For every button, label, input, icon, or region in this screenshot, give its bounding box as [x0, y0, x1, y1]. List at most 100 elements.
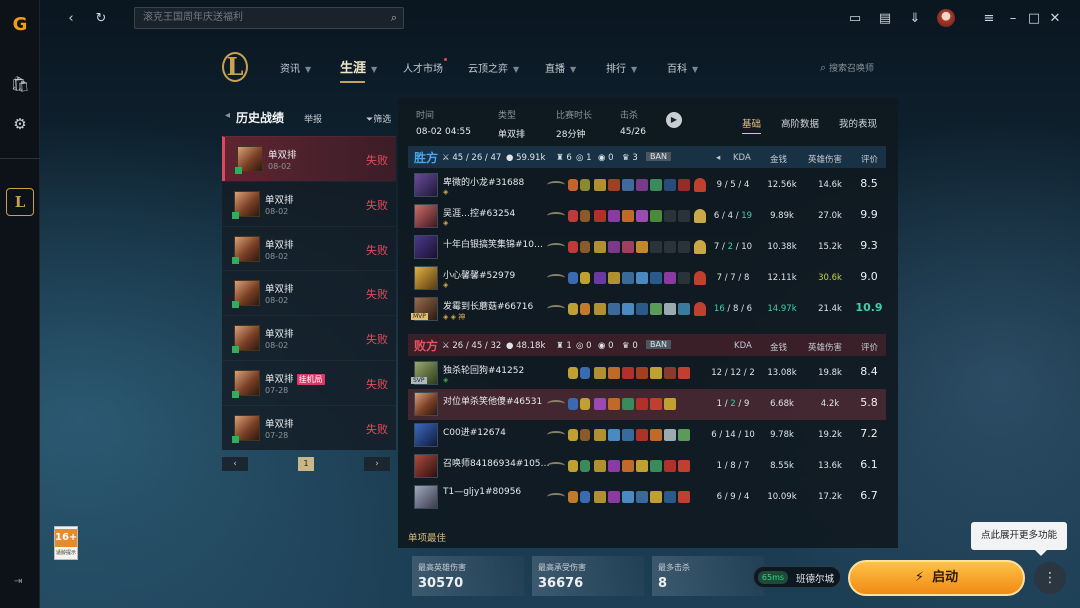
lol-game-icon[interactable]: L — [6, 188, 34, 216]
store-bag-icon[interactable]: 🛍 — [8, 72, 32, 96]
rank-icon: ◈ — [443, 281, 449, 289]
wegame-logo-icon[interactable]: G — [8, 12, 32, 36]
folder-icon[interactable]: ▭ — [846, 9, 864, 27]
player-name[interactable]: 吴涯…控#63254 — [443, 206, 515, 219]
summoner-spell-icon — [568, 367, 578, 379]
player-gold: 13.08k — [767, 368, 797, 378]
close-icon[interactable]: ✕ — [1046, 9, 1064, 27]
player-row[interactable]: T1—gljy1#80956 6 / 9 / 4 10.09k 17.2k 6.… — [408, 482, 886, 513]
best-stat-card[interactable]: 最高承受伤害 36676 — [532, 556, 644, 596]
search-input[interactable]: 滚克王国周年庆送福利 ⌕ — [134, 7, 404, 29]
search-icon[interactable]: ⌕ — [391, 8, 397, 28]
best-stat-card[interactable]: 最高英雄伤害 30570 — [412, 556, 524, 596]
more-options-button[interactable]: ⋮ — [1034, 562, 1066, 594]
maximize-icon[interactable]: □ — [1025, 9, 1043, 27]
team-heralds: ♛ 3 — [622, 153, 638, 163]
player-row[interactable]: 小心馨馨#52979 ◈ 7 / 7 / 8 12.11k 30.6k 9.0 — [408, 263, 886, 294]
match-result: 失败 — [366, 243, 388, 257]
history-row[interactable]: 单双排 08-02 失败 — [222, 180, 396, 226]
mvp-badge: MVP — [411, 313, 428, 320]
expand-sidebar-icon[interactable]: ⇥ — [14, 576, 22, 587]
message-icon[interactable]: ▤ — [876, 9, 894, 27]
player-score: 10.9 — [855, 301, 883, 314]
history-row[interactable]: 单双排 08-02 失败 — [222, 270, 396, 316]
history-row[interactable]: 单双排 08-02 失败 — [222, 225, 396, 271]
launch-button[interactable]: ⚡ 启动 — [848, 560, 1025, 596]
esports-icon[interactable]: ⚙ — [8, 112, 32, 136]
server-region-selector[interactable]: 65ms 班德尔城 — [753, 566, 841, 588]
nav-talent-market[interactable]: 人才市场 — [403, 58, 447, 75]
nav-ranking[interactable]: 排行 ▼ — [606, 60, 637, 75]
item-icon — [678, 367, 690, 379]
player-row[interactable]: SVP 独杀轮回狗#41252 ◈ 12 / 12 / 2 13.08k 19.… — [408, 358, 886, 389]
minimize-icon[interactable]: – — [1004, 9, 1022, 27]
champion-avatar — [414, 235, 438, 259]
user-avatar[interactable] — [937, 9, 955, 27]
filter-button[interactable]: ⏷筛选 — [366, 112, 391, 125]
match-result: 失败 — [366, 333, 388, 347]
player-row[interactable]: 卑微的小龙#31688 ◈ 9 / 5 / 4 12.56k 14.6k 8.5 — [408, 170, 886, 201]
match-history-panel: ◂ 历史战绩 举报 ⏷筛选 单双排 08-02 失败 单双排 08-02 失败 单双排 0… — [222, 98, 396, 450]
player-row[interactable]: MVP 发霉到长蘑菇#66716 ◈ ◈ 神 16 / 8 / 6 14.97k… — [408, 294, 886, 325]
player-row[interactable]: 吴涯…控#63254 ◈ 6 / 4 / 19 9.89k 27.0k 9.9 — [408, 201, 886, 232]
tab-advanced[interactable]: 高阶数据 — [781, 116, 819, 130]
nav-news[interactable]: 资讯 ▼ — [280, 60, 311, 75]
player-row[interactable]: C00进#12674 6 / 14 / 10 9.78k 19.2k 7.2 — [408, 420, 886, 451]
download-icon[interactable]: ⇓ — [906, 9, 924, 27]
lol-logo[interactable]: L — [222, 52, 248, 82]
item-icon — [594, 460, 606, 472]
refresh-icon[interactable]: ↻ — [92, 9, 110, 27]
player-name[interactable]: 发霉到长蘑菇#66716 — [443, 299, 533, 312]
history-row[interactable]: 单双排 08-02 失败 — [222, 315, 396, 360]
player-name[interactable]: 卑微的小龙#31688 — [443, 175, 524, 188]
nav-career[interactable]: 生涯 ▼ — [340, 57, 377, 83]
prev-page-button[interactable]: ‹ — [222, 457, 248, 471]
history-row[interactable]: 单双排 08-02 失败 — [222, 136, 396, 181]
player-name[interactable]: T1—gljy1#80956 — [443, 487, 521, 497]
team-towers: ♜ 1 — [556, 341, 572, 351]
player-row[interactable]: 召唤师84186934#105… 1 / 8 / 7 8.55k 13.6k 6… — [408, 451, 886, 482]
chevron-left-icon[interactable]: ◂ — [225, 110, 230, 121]
current-page[interactable]: 1 — [298, 457, 314, 471]
player-name[interactable]: C00进#12674 — [443, 425, 506, 438]
player-gold: 12.56k — [767, 180, 797, 190]
player-damage: 17.2k — [818, 492, 842, 502]
champion-avatar — [414, 423, 438, 447]
player-name[interactable]: 召唤师84186934#105… — [443, 456, 550, 469]
item-icon — [636, 179, 648, 191]
history-row[interactable]: 单双排 07-28 失败 — [222, 404, 396, 450]
player-kda: 7 / 2 / 10 — [713, 242, 753, 252]
player-name[interactable]: 小心馨馨#52979 — [443, 268, 515, 281]
summoner-search[interactable]: ⌕ 搜索召唤师 — [820, 61, 874, 75]
player-name[interactable]: 对位单杀笑他傻#46531 — [443, 394, 542, 407]
item-icon — [678, 460, 690, 472]
report-button[interactable]: 举报 — [304, 112, 322, 125]
next-page-button[interactable]: › — [364, 457, 390, 471]
level-badge — [232, 211, 239, 219]
nav-tft[interactable]: 云顶之弈 ▼ — [468, 60, 519, 75]
back-arrow-icon[interactable]: ‹ — [62, 9, 80, 27]
player-row[interactable]: 十年白银搞笑集锦#10… 7 / 2 / 10 10.38k 15.2k 9.3 — [408, 232, 886, 263]
rank-icon: ◈ ◈ 神 — [443, 313, 466, 321]
tab-basic[interactable]: 基础 — [742, 116, 762, 134]
summoner-spell-icon — [568, 429, 578, 441]
best-stat-card[interactable]: 最多击杀 8 — [652, 556, 764, 596]
level-badge — [232, 301, 239, 309]
nav-live[interactable]: 直播 ▼ — [545, 60, 576, 75]
tab-my-performance[interactable]: 我的表现 — [839, 116, 877, 130]
champion-avatar — [232, 325, 260, 354]
history-row[interactable]: 单双排 挂机局 07-28 失败 — [222, 359, 396, 405]
team-name: 败方 — [414, 339, 439, 353]
nav-wiki[interactable]: 百科 ▼ — [667, 60, 698, 75]
player-name[interactable]: 十年白银搞笑集锦#10… — [443, 237, 543, 250]
replay-play-icon[interactable]: ▶ — [666, 112, 682, 128]
trinket-icon — [694, 271, 706, 285]
menu-icon[interactable]: ≡ — [980, 9, 998, 27]
player-row[interactable]: 对位单杀笑他傻#46531 1 / 2 / 9 6.68k 4.2k 5.8 — [408, 389, 886, 420]
item-icon — [622, 179, 634, 191]
item-icon — [664, 272, 676, 284]
pagination: ‹ 1 › — [222, 457, 396, 471]
item-icon — [608, 179, 620, 191]
player-name[interactable]: 独杀轮回狗#41252 — [443, 363, 524, 376]
player-score: 8.5 — [860, 177, 878, 190]
